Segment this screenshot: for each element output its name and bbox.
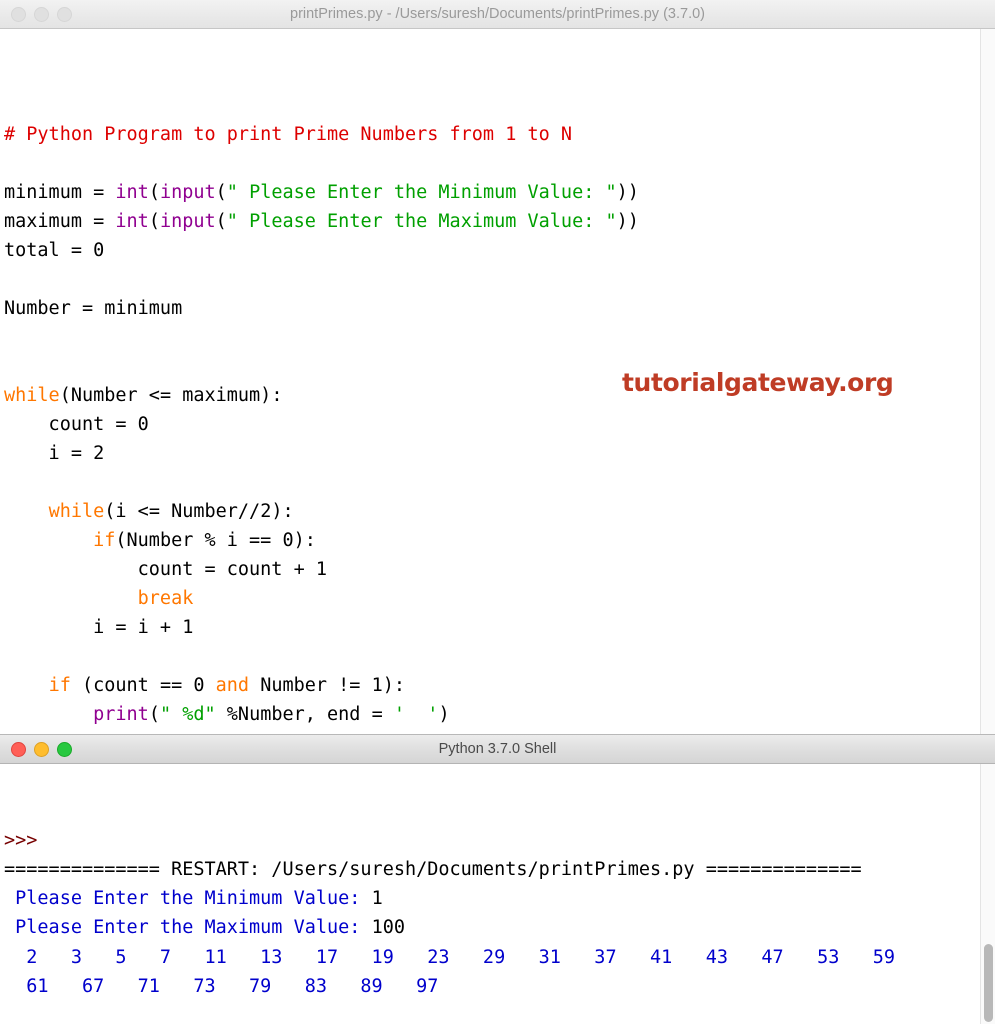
token-builtin: int <box>115 211 149 232</box>
token-builtin: print <box>93 704 149 725</box>
tutorialgateway-watermark: tutorialgateway.org <box>622 368 894 397</box>
shell-titlebar[interactable]: Python 3.7.0 Shell <box>0 735 995 764</box>
token-plain: (Number % i == 0): <box>115 530 316 551</box>
token-plain: (i <= Number//2): <box>104 501 294 522</box>
code-editor-area[interactable]: tutorialgateway.org # Python Program to … <box>0 29 995 735</box>
shell-line: Please Enter the Maximum Value: 100 <box>4 913 995 942</box>
code-line: # Python Program to print Prime Numbers … <box>4 120 995 149</box>
token-plain: ( <box>148 182 160 203</box>
token-plain: Number = minimum <box>4 298 183 319</box>
zoom-button-icon[interactable] <box>57 6 72 22</box>
token-plain: %Number, end = <box>215 704 394 725</box>
token-keyword: while <box>4 385 60 406</box>
shell-line: Please Enter the Minimum Value: 1 <box>4 884 995 913</box>
token-keyword: and <box>215 675 250 696</box>
token-plain: Number != 1): <box>249 675 405 696</box>
code-line: i = 2 <box>4 439 995 468</box>
code-line: print(" %d" %Number, end = ' ') <box>4 700 995 729</box>
editor-window: printPrimes.py - /Users/suresh/Documents… <box>0 0 995 735</box>
token-keyword: if <box>93 530 116 551</box>
token-out: Please Enter the Maximum Value: <box>4 917 372 939</box>
token-plain: )) <box>616 211 639 232</box>
token-stdin: 1 <box>371 888 383 910</box>
editor-vertical-scrollbar[interactable] <box>980 29 995 734</box>
token-plain: ( <box>148 211 160 232</box>
code-line: if (count == 0 and Number != 1): <box>4 671 995 700</box>
token-out: 61 67 71 73 79 83 89 97 <box>4 976 439 998</box>
token-plain: count = 0 <box>4 414 149 435</box>
token-keyword: while <box>48 501 105 522</box>
token-plain: ( <box>215 211 227 232</box>
token-comment: # Python Program to print Prime Numbers … <box>4 124 573 145</box>
token-string: " %d" <box>159 704 216 725</box>
token-restart: ============== RESTART: /Users/suresh/Do… <box>4 858 862 880</box>
token-string: ' ' <box>393 704 439 725</box>
code-line: total = 0 <box>4 236 995 265</box>
shell-vertical-scrollbar[interactable] <box>980 764 995 1024</box>
token-plain: ( <box>215 182 227 203</box>
code-line: i = i + 1 <box>4 613 995 642</box>
shell-line: 61 67 71 73 79 83 89 97 <box>4 972 995 1001</box>
close-button-icon[interactable] <box>11 741 26 757</box>
token-plain: count = count + 1 <box>4 559 328 580</box>
minimize-button-icon[interactable] <box>34 6 49 22</box>
code-line: Number = minimum <box>4 294 995 323</box>
shell-scrollbar-thumb[interactable] <box>984 944 993 1022</box>
editor-window-title: printPrimes.py - /Users/suresh/Documents… <box>290 5 705 22</box>
shell-line: 2 3 5 7 11 13 17 19 23 29 31 37 41 43 47… <box>4 943 995 972</box>
token-plain: ) <box>438 704 450 725</box>
token-out: 2 3 5 7 11 13 17 19 23 29 31 37 41 43 47… <box>4 946 896 968</box>
code-line: minimum = int(input(" Please Enter the M… <box>4 178 995 207</box>
close-button-icon[interactable] <box>11 6 26 22</box>
token-string: " Please Enter the Minimum Value: " <box>226 182 617 203</box>
token-plain: total = 0 <box>4 240 105 261</box>
token-string: " Please Enter the Maximum Value: " <box>226 211 617 232</box>
token-plain: maximum = <box>4 211 116 232</box>
code-line: if(Number % i == 0): <box>4 526 995 555</box>
code-line: maximum = int(input(" Please Enter the M… <box>4 207 995 236</box>
code-line: break <box>4 584 995 613</box>
token-builtin: input <box>159 182 216 203</box>
shell-output-area[interactable]: >>> ============== RESTART: /Users/suresh… <box>0 764 995 1024</box>
token-plain: )) <box>616 182 639 203</box>
token-keyword: if <box>48 675 71 696</box>
token-prompt: >>> <box>4 829 38 851</box>
token-keyword: break <box>137 588 194 609</box>
token-builtin: int <box>115 182 149 203</box>
code-line: while(i <= Number//2): <box>4 497 995 526</box>
token-plain: ( <box>148 704 160 725</box>
token-plain: minimum = <box>4 182 116 203</box>
token-plain: (count == 0 <box>70 675 216 696</box>
code-line: count = count + 1 <box>4 555 995 584</box>
token-out: Please Enter the Minimum Value: <box>4 888 372 910</box>
shell-traffic-lights <box>0 741 72 757</box>
shell-window-title: Python 3.7.0 Shell <box>438 740 557 757</box>
zoom-button-icon[interactable] <box>57 741 72 757</box>
token-builtin: input <box>159 211 216 232</box>
token-plain: (Number <= maximum): <box>59 385 283 406</box>
editor-traffic-lights <box>0 6 72 22</box>
code-line: count = 0 <box>4 410 995 439</box>
shell-window: Python 3.7.0 Shell >>> ============== RES… <box>0 735 995 1024</box>
shell-line: ============== RESTART: /Users/suresh/Do… <box>4 855 995 884</box>
shell-line: >>> <box>4 826 995 855</box>
minimize-button-icon[interactable] <box>34 741 49 757</box>
editor-titlebar[interactable]: printPrimes.py - /Users/suresh/Documents… <box>0 0 995 29</box>
token-plain: i = 2 <box>4 443 105 464</box>
token-stdin: 100 <box>371 917 405 939</box>
token-plain: i = i + 1 <box>4 617 194 638</box>
